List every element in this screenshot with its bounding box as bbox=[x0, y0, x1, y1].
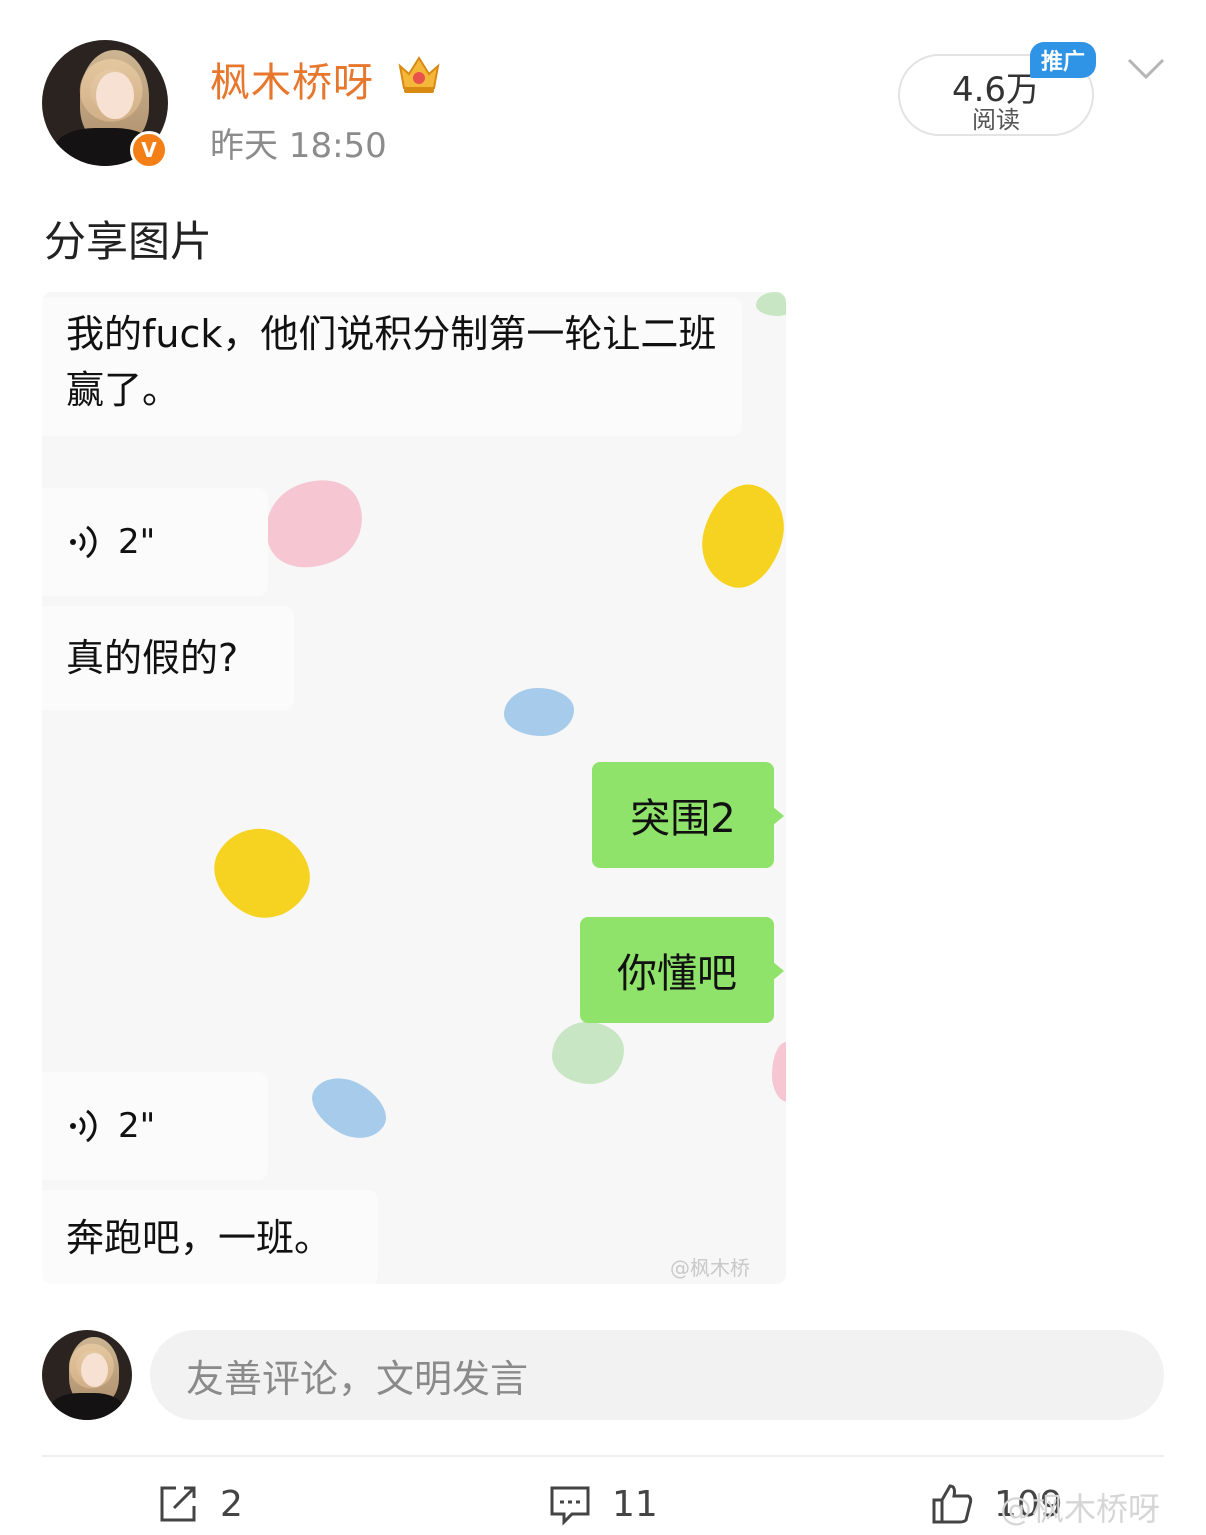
voice-message[interactable]: 2" bbox=[42, 1072, 268, 1180]
incoming-message: 奔跑吧，一班。 bbox=[42, 1190, 378, 1284]
decor-blob bbox=[691, 475, 786, 597]
verified-badge-icon: V bbox=[130, 131, 168, 169]
decor-blob bbox=[504, 688, 574, 736]
post-image[interactable]: 我的fuck，他们说积分制第一轮让二班赢了。 2" 真的假的? 突围2 你懂吧 … bbox=[42, 292, 786, 1284]
repost-count: 2 bbox=[220, 1483, 243, 1525]
vip-crown-icon bbox=[398, 56, 440, 93]
decor-blob bbox=[250, 464, 378, 584]
decor-blob bbox=[772, 1042, 786, 1102]
incoming-message: 我的fuck，他们说积分制第一轮让二班赢了。 bbox=[42, 298, 742, 436]
thumbs-up-icon bbox=[932, 1484, 973, 1524]
voice-duration: 2" bbox=[118, 522, 156, 562]
decor-blob bbox=[756, 292, 786, 316]
post-text: 分享图片 bbox=[44, 217, 213, 266]
image-watermark: @枫木桥 bbox=[670, 1256, 750, 1280]
comment-input[interactable]: 友善评论，文明发言 bbox=[150, 1330, 1164, 1420]
author-name[interactable]: 枫木桥呀 bbox=[210, 50, 374, 108]
outgoing-message: 突围2 bbox=[592, 762, 784, 868]
voice-duration: 2" bbox=[118, 1106, 156, 1146]
repost-icon bbox=[160, 1486, 196, 1522]
decor-blob bbox=[552, 1022, 624, 1084]
decor-blob bbox=[302, 1065, 396, 1151]
comment-icon bbox=[550, 1486, 590, 1526]
post-time: 昨天 18:50 bbox=[210, 126, 387, 166]
incoming-message: 真的假的? bbox=[42, 606, 294, 710]
chevron-down-icon[interactable] bbox=[1126, 56, 1166, 82]
watermark: @枫木桥呀 bbox=[1000, 1490, 1161, 1528]
promo-badge[interactable]: 推广 bbox=[1030, 42, 1096, 78]
voice-wave-icon bbox=[70, 1109, 97, 1143]
outgoing-message: 你懂吧 bbox=[580, 917, 784, 1023]
repost-button[interactable]: 2 bbox=[156, 1482, 243, 1526]
voice-wave-icon bbox=[70, 525, 97, 559]
divider bbox=[42, 1455, 1164, 1457]
read-label: 阅读 bbox=[972, 106, 1020, 134]
voice-message[interactable]: 2" bbox=[42, 488, 268, 596]
decor-blob bbox=[198, 811, 326, 935]
current-user-avatar[interactable] bbox=[42, 1330, 132, 1420]
comment-count: 11 bbox=[612, 1483, 658, 1525]
comment-button[interactable]: 11 bbox=[548, 1482, 658, 1526]
